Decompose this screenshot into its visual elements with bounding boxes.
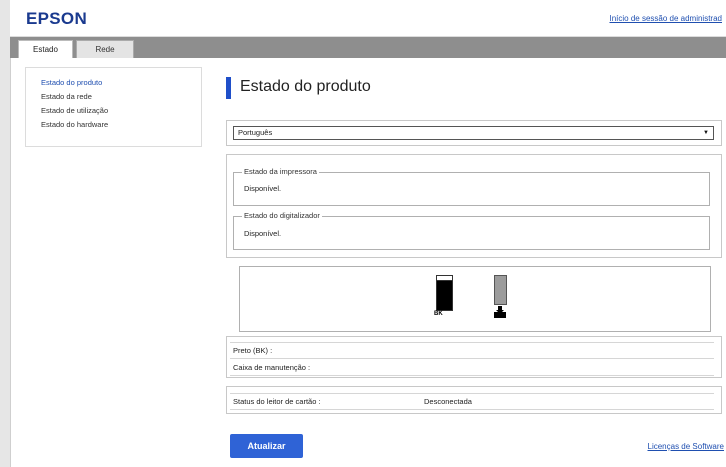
header-bar: EPSON Início de sessão de administrad [10,0,726,37]
separator [230,375,714,376]
language-selected-value: Português [238,128,273,137]
printer-status-legend: Estado da impressora [242,167,319,176]
printer-status-fieldset: Estado da impressora Disponível. [233,167,710,206]
ink-levels-panel: BK [239,266,711,332]
maintenance-box-icon [494,306,506,318]
black-ink-row: Preto (BK) : [233,346,273,355]
scanner-status-value: Disponível. [244,229,282,238]
separator [230,393,714,394]
language-select[interactable]: Português ▼ [233,126,714,140]
scanner-status-fieldset: Estado do digitalizador Disponível. [233,211,710,250]
software-licenses-link[interactable]: Licenças de Software [648,442,725,451]
printer-status-value: Disponível. [244,184,282,193]
tab-bar: Estado Rede [10,37,726,58]
sidebar-item-estado-do-produto[interactable]: Estado do produto [41,78,102,87]
card-reader-label: Status do leitor de cartão : [233,397,321,406]
page-title: Estado do produto [240,78,371,95]
left-border [0,0,11,467]
admin-login-link[interactable]: Início de sessão de administrad [609,14,722,23]
sidebar-item-estado-da-rede[interactable]: Estado da rede [41,92,92,101]
scanner-status-legend: Estado do digitalizador [242,211,322,220]
ink-cartridge-icon [436,275,453,311]
tab-estado[interactable]: Estado [18,40,73,58]
update-button[interactable]: Atualizar [230,434,303,458]
epson-logo: EPSON [26,9,88,28]
card-reader-value: Desconectada [424,397,472,406]
dropdown-arrow-icon: ▼ [703,130,709,136]
sidebar-item-estado-de-utilizacao[interactable]: Estado de utilização [41,106,108,115]
separator [230,342,714,343]
sidebar-item-estado-do-hardware[interactable]: Estado do hardware [41,120,108,129]
separator [230,409,714,410]
tab-rede[interactable]: Rede [76,40,134,58]
sidebar: Estado do produto Estado da rede Estado … [25,67,202,147]
separator [230,358,714,359]
maintenance-box-row: Caixa de manutenção : [233,363,311,372]
ink-black-label: BK [434,311,443,317]
maintenance-box-level [494,275,507,305]
title-accent-bar [226,77,231,99]
